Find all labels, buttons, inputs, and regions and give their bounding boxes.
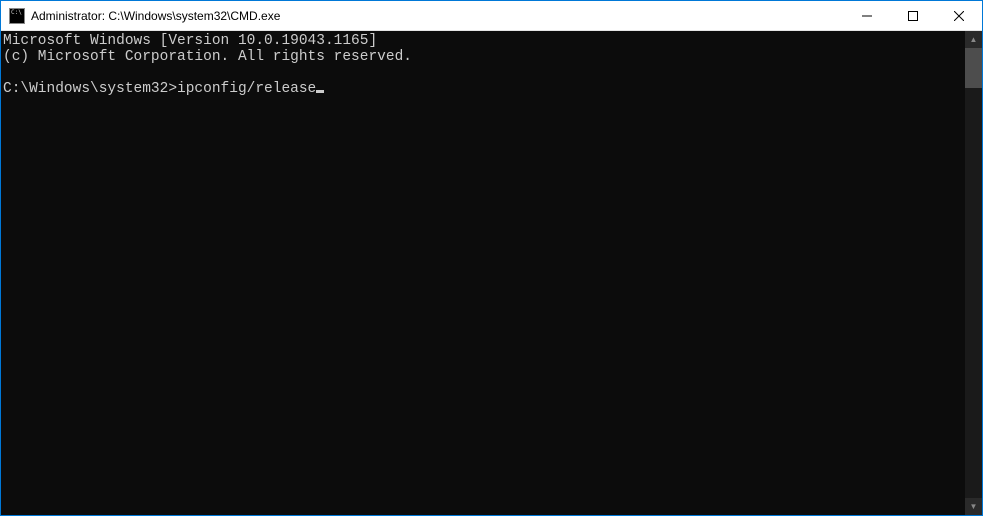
minimize-button[interactable] — [844, 1, 890, 30]
console-area: Microsoft Windows [Version 10.0.19043.11… — [1, 31, 982, 515]
version-line: Microsoft Windows [Version 10.0.19043.11… — [3, 33, 377, 49]
vertical-scrollbar[interactable]: ▲ ▼ — [965, 31, 982, 515]
copyright-line: (c) Microsoft Corporation. All rights re… — [3, 49, 412, 65]
typed-command: ipconfig/release — [177, 81, 316, 97]
scroll-down-arrow[interactable]: ▼ — [965, 498, 982, 515]
close-button[interactable] — [936, 1, 982, 30]
scroll-track[interactable] — [965, 48, 982, 498]
maximize-button[interactable] — [890, 1, 936, 30]
titlebar[interactable]: Administrator: C:\Windows\system32\CMD.e… — [1, 1, 982, 31]
console-output[interactable]: Microsoft Windows [Version 10.0.19043.11… — [1, 31, 965, 515]
scroll-thumb[interactable] — [965, 48, 982, 88]
window-controls — [844, 1, 982, 30]
cmd-icon — [9, 8, 25, 24]
window-title: Administrator: C:\Windows\system32\CMD.e… — [31, 9, 844, 23]
text-cursor — [316, 90, 324, 93]
scroll-up-arrow[interactable]: ▲ — [965, 31, 982, 48]
cmd-window: Administrator: C:\Windows\system32\CMD.e… — [1, 1, 982, 515]
close-icon — [954, 11, 964, 21]
maximize-icon — [908, 11, 918, 21]
minimize-icon — [862, 11, 872, 21]
prompt: C:\Windows\system32> — [3, 81, 177, 97]
